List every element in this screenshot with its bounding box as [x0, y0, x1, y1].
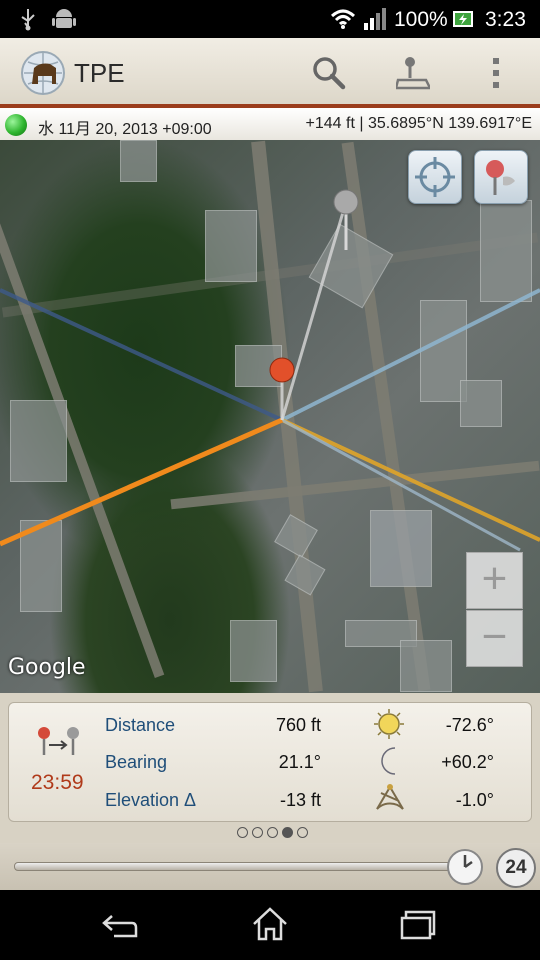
sextant-angle: -1.0° [455, 790, 494, 810]
time-slider[interactable] [14, 862, 472, 871]
battery-charging-icon [453, 11, 473, 27]
event-time[interactable]: 23:59 [31, 771, 84, 795]
page-dot[interactable] [252, 827, 263, 838]
page-dot[interactable] [237, 827, 248, 838]
bearing-line [280, 201, 348, 421]
location-map-icon[interactable] [396, 54, 430, 90]
moon-azimuth-line [281, 288, 540, 422]
info-strip: 水 11月 20, 2013 +09:00 +144 ft | 35.6895°… [0, 108, 540, 141]
date-time-label[interactable]: 水 11月 20, 2013 +09:00 [38, 115, 212, 139]
bearing-value: 21.1° [278, 752, 321, 772]
primary-pin-icon [269, 357, 295, 383]
page-dot[interactable] [267, 827, 278, 838]
satellite-map[interactable]: + − Google [0, 140, 540, 693]
twilight-azimuth-line [281, 418, 540, 542]
page-indicator[interactable] [235, 825, 310, 839]
locate-icon [415, 157, 455, 197]
usb-icon [21, 9, 35, 31]
action-bar: TPE [0, 38, 540, 106]
bearing-label: Bearing [105, 752, 168, 772]
clock-slider-thumb-icon[interactable] [446, 848, 484, 886]
app-logo-icon[interactable] [20, 50, 66, 96]
pin-select-icon [486, 160, 515, 195]
back-icon[interactable] [100, 910, 140, 940]
pin-select-button[interactable] [474, 150, 528, 204]
info-card[interactable]: 23:59 Distance 760 ft -72.6° Bearing 21.… [8, 702, 532, 822]
locate-button[interactable] [408, 150, 462, 204]
sun-azimuth-line [0, 417, 284, 547]
recents-icon[interactable] [400, 910, 438, 940]
sun-angle: -72.6° [445, 715, 494, 735]
overflow-menu-icon[interactable] [490, 56, 502, 90]
pin-pair-icon [38, 727, 79, 755]
wifi-icon [330, 9, 356, 29]
elevation-value: -13 ft [279, 790, 321, 810]
geodesic-line [0, 288, 283, 422]
google-watermark: Google [8, 655, 86, 680]
app-title: TPE [74, 58, 125, 88]
battery-percent: 100% [394, 8, 448, 31]
distance-value: 760 ft [275, 715, 321, 735]
elevation-label: Elevation Δ [105, 790, 197, 810]
moonset-line [281, 418, 521, 552]
page-dot[interactable] [282, 827, 293, 838]
home-icon[interactable] [250, 906, 290, 942]
map-overlay-lines [0, 189, 540, 552]
moon-angle: +60.2° [441, 752, 494, 772]
status-bar: 100% 3:23 [0, 0, 540, 38]
navigation-bar [0, 890, 540, 960]
signal-icon [364, 8, 386, 30]
android-icon [52, 9, 76, 28]
page-dot[interactable] [297, 827, 308, 838]
clock: 3:23 [485, 8, 526, 31]
search-icon[interactable] [312, 56, 346, 90]
zoom-out-button[interactable]: − [466, 610, 523, 667]
zoom-in-button[interactable]: + [466, 552, 523, 609]
location-coordinates[interactable]: +144 ft | 35.6895°N 139.6917°E [306, 115, 532, 133]
secondary-pin-icon [333, 189, 359, 215]
day-button[interactable]: 24 [496, 848, 536, 888]
distance-label: Distance [105, 715, 176, 735]
gps-status-indicator [5, 114, 27, 136]
